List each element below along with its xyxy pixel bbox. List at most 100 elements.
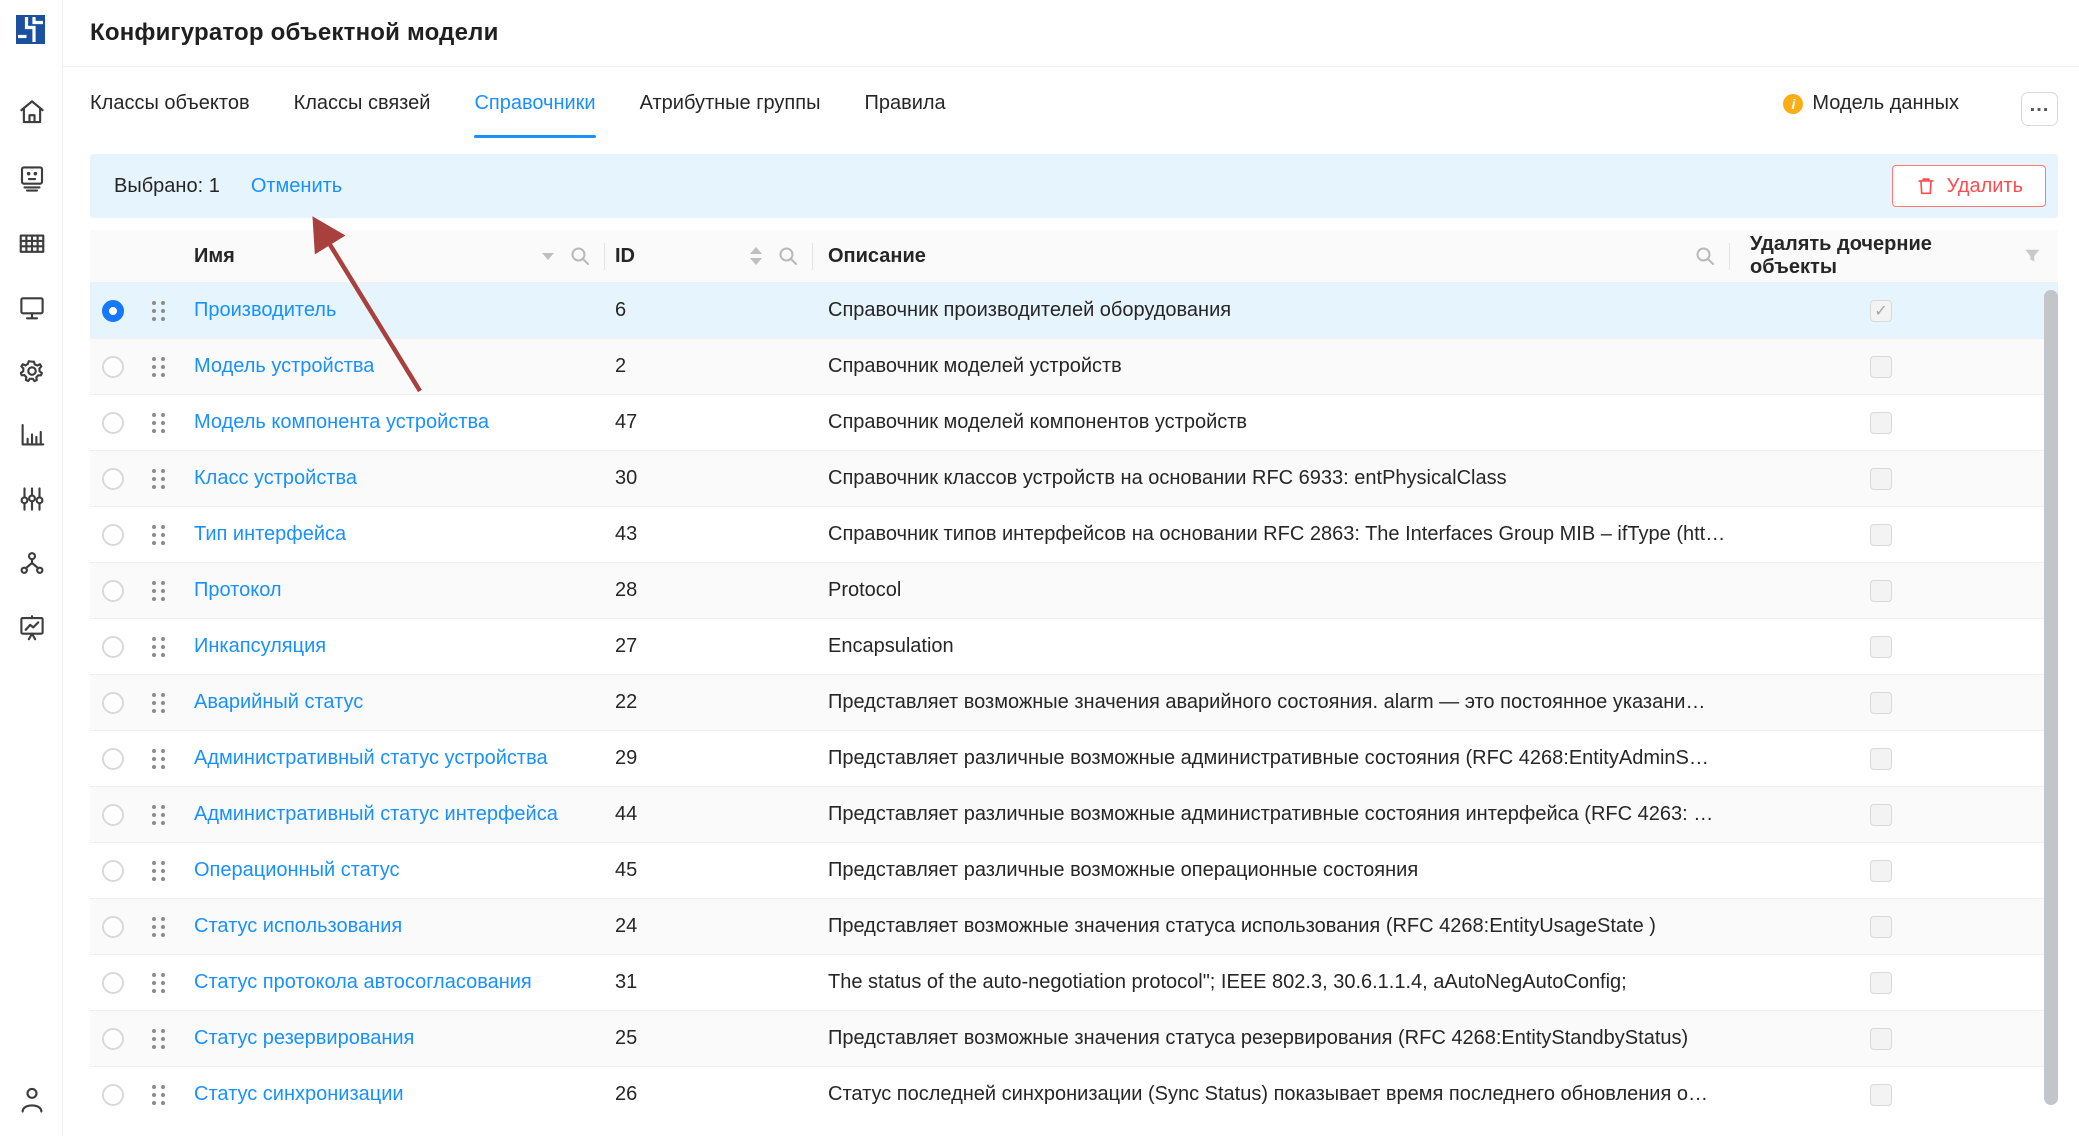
tab-object-classes[interactable]: Классы объектов (90, 67, 250, 140)
drag-handle-icon[interactable] (136, 283, 180, 339)
row-radio[interactable] (102, 356, 124, 378)
drag-handle-icon[interactable] (136, 395, 180, 451)
drag-handle-icon[interactable] (136, 899, 180, 955)
description-search-icon[interactable] (1693, 244, 1717, 268)
delete-children-checkbox[interactable] (1870, 860, 1892, 882)
row-name-link[interactable]: Статус протокола автосогласования (194, 971, 532, 994)
data-model-link[interactable]: i Модель данных (1783, 67, 1959, 140)
row-name-link[interactable]: Операционный статус (194, 859, 399, 882)
app-logo-icon[interactable] (16, 15, 45, 44)
table-row[interactable]: Инкапсуляция 27 Encapsulation (90, 619, 2058, 675)
row-radio[interactable] (102, 860, 124, 882)
delete-children-checkbox[interactable] (1870, 412, 1892, 434)
drag-handle-icon[interactable] (136, 731, 180, 787)
table-row[interactable]: Модель компонента устройства 47 Справочн… (90, 395, 2058, 451)
row-name-link[interactable]: Статус синхронизации (194, 1083, 404, 1106)
filters-sliders-icon[interactable] (15, 482, 48, 515)
delete-button[interactable]: Удалить (1892, 165, 2046, 207)
drag-handle-icon[interactable] (136, 1011, 180, 1067)
drag-handle-icon[interactable] (136, 787, 180, 843)
drag-handle-icon[interactable] (136, 675, 180, 731)
monitor-icon[interactable] (15, 290, 48, 323)
table-row[interactable]: Операционный статус 45 Представляет разл… (90, 843, 2058, 899)
terminal-icon[interactable] (15, 161, 48, 194)
row-name-link[interactable]: Инкапсуляция (194, 635, 326, 658)
drag-handle-icon[interactable] (136, 955, 180, 1011)
drag-handle-icon[interactable] (136, 1067, 180, 1111)
row-name-link[interactable]: Аварийный статус (194, 691, 363, 714)
delete-children-checkbox[interactable] (1870, 1084, 1892, 1106)
row-name-link[interactable]: Протокол (194, 579, 282, 602)
filter-funnel-icon[interactable] (2023, 246, 2042, 266)
row-name-link[interactable]: Тип интерфейса (194, 523, 346, 546)
drag-handle-icon[interactable] (136, 507, 180, 563)
table-row[interactable]: Тип интерфейса 43 Справочник типов интер… (90, 507, 2058, 563)
delete-children-checkbox[interactable] (1870, 1028, 1892, 1050)
delete-children-checkbox[interactable] (1870, 580, 1892, 602)
table-row[interactable]: Статус резервирования 25 Представляет во… (90, 1011, 2058, 1067)
row-radio[interactable] (102, 468, 124, 490)
drag-handle-icon[interactable] (136, 451, 180, 507)
row-radio[interactable] (102, 412, 124, 434)
row-radio[interactable] (102, 916, 124, 938)
name-dropdown-caret-icon[interactable] (542, 253, 554, 260)
drag-handle-icon[interactable] (136, 619, 180, 675)
more-actions-button[interactable]: ... (2021, 92, 2058, 126)
table-row[interactable]: Производитель 6 Справочник производителе… (90, 283, 2058, 339)
row-radio[interactable] (102, 636, 124, 658)
delete-children-checkbox[interactable] (1870, 468, 1892, 490)
row-radio[interactable] (102, 1028, 124, 1050)
row-radio[interactable] (102, 580, 124, 602)
delete-children-checkbox[interactable] (1870, 972, 1892, 994)
delete-children-checkbox[interactable] (1870, 804, 1892, 826)
delete-children-checkbox[interactable] (1870, 356, 1892, 378)
delete-children-checkbox[interactable] (1870, 692, 1892, 714)
delete-children-checkbox[interactable] (1870, 916, 1892, 938)
row-radio[interactable] (102, 804, 124, 826)
topology-icon[interactable] (15, 546, 48, 579)
header-id[interactable]: ID (605, 230, 813, 283)
header-name[interactable]: Имя (180, 230, 605, 283)
table-row[interactable]: Аварийный статус 22 Представляет возможн… (90, 675, 2058, 731)
settings-gear-icon[interactable] (15, 354, 48, 387)
table-row[interactable]: Класс устройства 30 Справочник классов у… (90, 451, 2058, 507)
table-row[interactable]: Административный статус устройства 29 Пр… (90, 731, 2058, 787)
tab-link-classes[interactable]: Классы связей (294, 67, 431, 140)
row-name-link[interactable]: Административный статус устройства (194, 747, 548, 770)
table-row[interactable]: Статус протокола автосогласования 31 The… (90, 955, 2058, 1011)
row-name-link[interactable]: Модель компонента устройства (194, 411, 489, 434)
delete-children-checkbox[interactable] (1870, 300, 1892, 322)
row-name-link[interactable]: Модель устройства (194, 355, 374, 378)
row-radio[interactable] (102, 692, 124, 714)
id-sort-icon[interactable] (750, 247, 762, 265)
drag-handle-icon[interactable] (136, 563, 180, 619)
table-icon[interactable] (15, 226, 48, 259)
header-description[interactable]: Описание (813, 230, 1730, 283)
home-icon[interactable] (15, 95, 48, 128)
vertical-scrollbar[interactable] (2044, 290, 2058, 1105)
row-radio[interactable] (102, 972, 124, 994)
table-row[interactable]: Статус синхронизации 26 Статус последней… (90, 1067, 2058, 1110)
row-name-link[interactable]: Статус резервирования (194, 1027, 414, 1050)
table-row[interactable]: Административный статус интерфейса 44 Пр… (90, 787, 2058, 843)
row-radio[interactable] (102, 300, 124, 322)
row-name-link[interactable]: Административный статус интерфейса (194, 803, 558, 826)
id-search-icon[interactable] (776, 244, 800, 268)
row-radio[interactable] (102, 524, 124, 546)
name-search-icon[interactable] (568, 244, 592, 268)
delete-children-checkbox[interactable] (1870, 524, 1892, 546)
tab-attribute-groups[interactable]: Атрибутные группы (640, 67, 821, 140)
drag-handle-icon[interactable] (136, 843, 180, 899)
drag-handle-icon[interactable] (136, 339, 180, 395)
tab-dictionaries[interactable]: Справочники (474, 67, 595, 140)
header-delete-children[interactable]: Удалять дочерние объекты (1730, 230, 2058, 283)
cancel-selection-link[interactable]: Отменить (251, 175, 342, 198)
row-radio[interactable] (102, 1084, 124, 1106)
table-row[interactable]: Статус использования 24 Представляет воз… (90, 899, 2058, 955)
table-row[interactable]: Протокол 28 Protocol (90, 563, 2058, 619)
table-row[interactable]: Модель устройства 2 Справочник моделей у… (90, 339, 2058, 395)
bar-chart-icon[interactable] (15, 418, 48, 451)
delete-children-checkbox[interactable] (1870, 748, 1892, 770)
row-name-link[interactable]: Производитель (194, 299, 336, 322)
row-radio[interactable] (102, 748, 124, 770)
